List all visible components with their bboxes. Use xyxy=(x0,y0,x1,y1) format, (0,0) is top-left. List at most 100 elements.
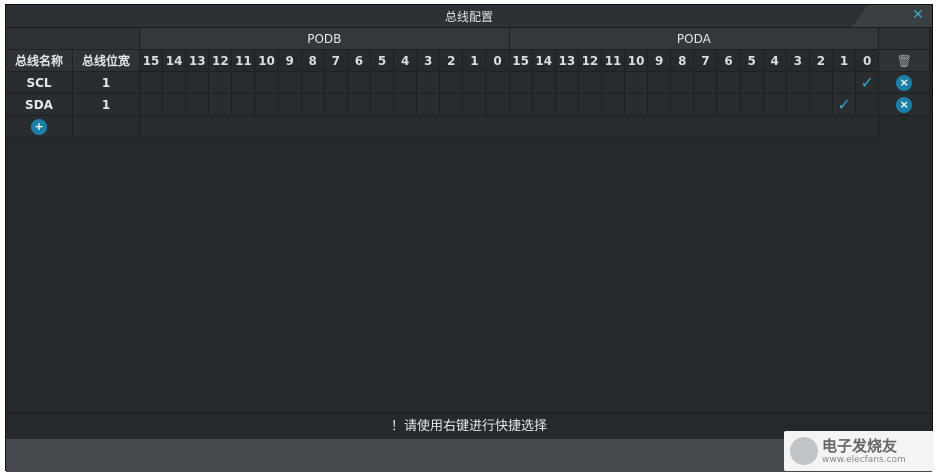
bit-cell[interactable] xyxy=(371,72,395,94)
bit-cell[interactable] xyxy=(625,94,649,116)
bit-header: 12 xyxy=(578,50,602,72)
bit-cell[interactable] xyxy=(763,72,787,94)
bit-cell[interactable] xyxy=(717,94,741,116)
bit-cell[interactable] xyxy=(186,72,210,94)
table-row: SDA 1 ✓ × xyxy=(6,94,932,116)
bit-header: 14 xyxy=(532,50,556,72)
bit-header: 11 xyxy=(232,50,256,72)
bit-cell[interactable] xyxy=(278,72,302,94)
bit-cell[interactable] xyxy=(209,72,233,94)
bus-config-window: 总线配置 ✕ PODB PODA 总线名称 总线位宽 15 14 13 12 11 10 9 8 7 6 5… xyxy=(5,4,933,472)
group-poda: PODA xyxy=(509,28,880,50)
plus-icon[interactable]: + xyxy=(31,118,47,135)
bit-cell[interactable] xyxy=(417,94,441,116)
bit-cell[interactable] xyxy=(232,72,256,94)
bus-width[interactable]: 1 xyxy=(73,72,140,94)
bit-cell[interactable] xyxy=(394,94,418,116)
bit-cell[interactable] xyxy=(648,94,672,116)
bit-cell[interactable] xyxy=(163,94,187,116)
bit-cell[interactable] xyxy=(347,94,371,116)
bit-cell[interactable] xyxy=(786,94,810,116)
bit-header: 6 xyxy=(717,50,741,72)
bit-cell[interactable] xyxy=(255,72,279,94)
bit-cell[interactable] xyxy=(763,94,787,116)
bus-width[interactable]: 1 xyxy=(73,94,140,116)
title-bar: 总线配置 ✕ xyxy=(6,5,932,28)
bit-cell[interactable] xyxy=(186,94,210,116)
trash-icon[interactable]: 🗑 xyxy=(897,54,912,68)
bit-cell[interactable] xyxy=(809,94,833,116)
bit-cell[interactable] xyxy=(301,94,325,116)
bit-cell[interactable] xyxy=(486,72,510,94)
bit-cell[interactable] xyxy=(671,72,695,94)
add-bits-cell xyxy=(140,116,880,138)
bus-name[interactable]: SCL xyxy=(6,72,73,94)
bit-cell[interactable] xyxy=(509,94,533,116)
bit-header: 14 xyxy=(163,50,187,72)
bit-cell[interactable] xyxy=(486,94,510,116)
bit-header: 4 xyxy=(763,50,787,72)
add-cell[interactable]: + xyxy=(6,116,73,138)
bit-cell[interactable] xyxy=(440,94,464,116)
bit-cell[interactable] xyxy=(163,72,187,94)
bit-cell[interactable] xyxy=(209,94,233,116)
bit-cell[interactable] xyxy=(301,72,325,94)
remove-icon[interactable]: × xyxy=(896,74,913,91)
bit-cell[interactable] xyxy=(694,72,718,94)
bit-cell[interactable] xyxy=(555,72,579,94)
close-icon[interactable]: ✕ xyxy=(910,7,926,23)
trash-cell[interactable]: 🗑 xyxy=(879,50,931,72)
bit-cell[interactable] xyxy=(717,72,741,94)
bit-cell[interactable]: ✓ xyxy=(833,94,857,116)
bit-cell[interactable] xyxy=(140,94,164,116)
bit-cell[interactable] xyxy=(278,94,302,116)
bit-cell[interactable] xyxy=(671,94,695,116)
bit-cell[interactable] xyxy=(694,94,718,116)
remove-cell[interactable]: × xyxy=(879,94,931,116)
bit-cell[interactable] xyxy=(394,72,418,94)
watermark-icon xyxy=(790,437,818,465)
bit-cell[interactable] xyxy=(324,72,348,94)
bit-cell[interactable] xyxy=(809,72,833,94)
bit-cell[interactable] xyxy=(532,72,556,94)
remove-icon[interactable]: × xyxy=(896,96,913,113)
bit-cell[interactable] xyxy=(740,72,764,94)
bit-cell[interactable] xyxy=(232,94,256,116)
remove-cell[interactable]: × xyxy=(879,72,931,94)
bit-cell[interactable] xyxy=(417,72,441,94)
bit-cell[interactable] xyxy=(648,72,672,94)
bit-cell[interactable] xyxy=(786,72,810,94)
bit-header: 10 xyxy=(255,50,279,72)
bit-cell[interactable] xyxy=(371,94,395,116)
check-icon: ✓ xyxy=(860,73,874,92)
bit-header: 9 xyxy=(278,50,302,72)
bit-header: 7 xyxy=(694,50,718,72)
bit-header: 15 xyxy=(140,50,164,72)
bit-cell[interactable] xyxy=(255,94,279,116)
bit-cell[interactable]: ✓ xyxy=(856,72,880,94)
bit-cell[interactable] xyxy=(602,72,626,94)
bit-cell[interactable] xyxy=(463,72,487,94)
bit-header: 2 xyxy=(809,50,833,72)
bit-cell[interactable] xyxy=(324,94,348,116)
bit-cell[interactable] xyxy=(856,94,880,116)
bit-cell[interactable] xyxy=(440,72,464,94)
bit-cell[interactable] xyxy=(463,94,487,116)
watermark-text: 电子发烧友 xyxy=(822,437,898,455)
bit-cell[interactable] xyxy=(555,94,579,116)
bus-name[interactable]: SDA xyxy=(6,94,73,116)
bit-cell[interactable] xyxy=(509,72,533,94)
bit-cell[interactable] xyxy=(740,94,764,116)
bit-header: 1 xyxy=(833,50,857,72)
bit-header: 11 xyxy=(602,50,626,72)
bit-cell[interactable] xyxy=(625,72,649,94)
bit-header: 0 xyxy=(486,50,510,72)
bit-cell[interactable] xyxy=(578,94,602,116)
bit-cell[interactable] xyxy=(578,72,602,94)
bit-cell[interactable] xyxy=(833,72,857,94)
bit-cell[interactable] xyxy=(347,72,371,94)
bit-cell[interactable] xyxy=(602,94,626,116)
bit-cell[interactable] xyxy=(140,72,164,94)
bit-header: 1 xyxy=(463,50,487,72)
bit-cell[interactable] xyxy=(532,94,556,116)
